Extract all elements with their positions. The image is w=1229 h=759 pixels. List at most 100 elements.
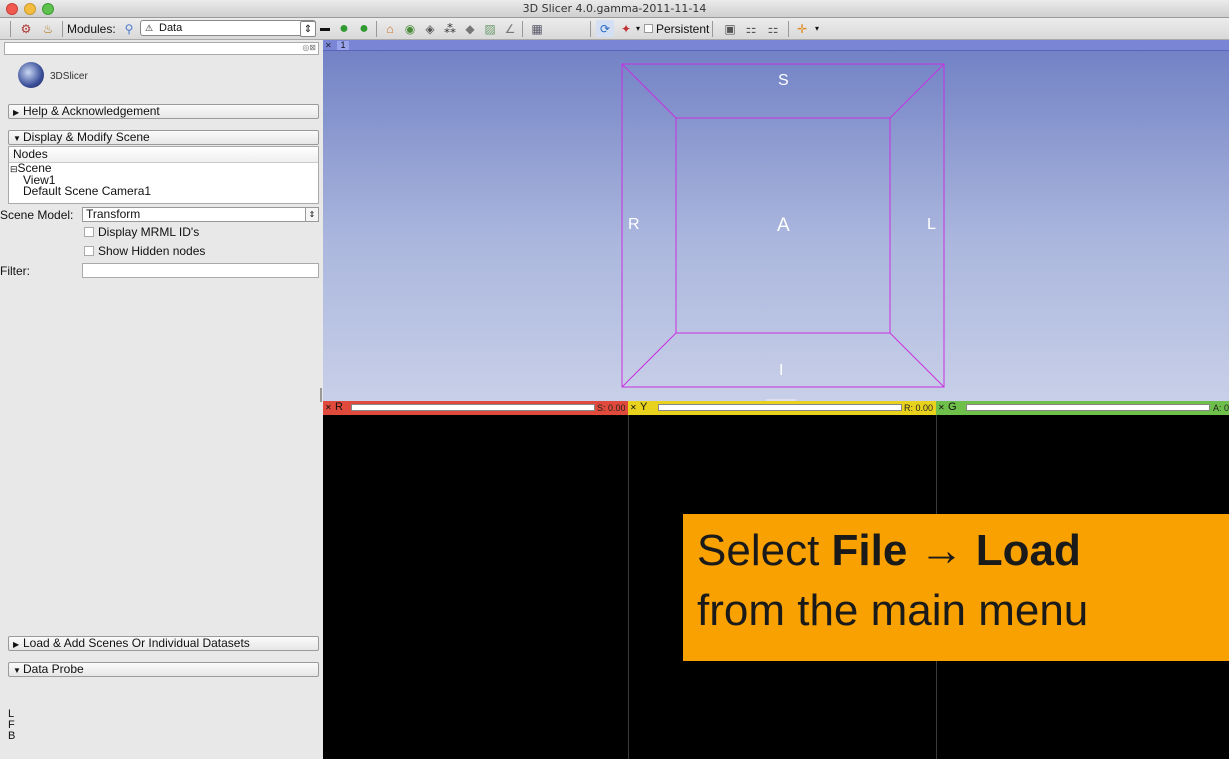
hidden-nodes-label: Show Hidden nodes bbox=[98, 244, 206, 258]
callout-arrow: → bbox=[907, 526, 976, 575]
panel-splitter-handle[interactable] bbox=[320, 388, 322, 402]
extension-manager-icon[interactable]: ⚙ bbox=[16, 20, 36, 37]
transforms-icon[interactable]: ◆ bbox=[462, 20, 478, 37]
callout-bold-load: Load bbox=[975, 526, 1081, 575]
expand-arrow-icon: ▶ bbox=[13, 108, 20, 117]
3d-view[interactable]: ✕ 1 S I R L A bbox=[323, 40, 1229, 401]
next-module-icon[interactable]: ● bbox=[356, 20, 372, 37]
slicer-logo-icon bbox=[18, 62, 44, 88]
axis-label-inferior: I bbox=[779, 362, 784, 379]
tree-header: Nodes bbox=[9, 147, 318, 163]
screenshot-icon[interactable]: ▣ bbox=[722, 20, 738, 37]
logo-text: 3DSlicer bbox=[50, 71, 88, 82]
crosshair-dropdown-icon[interactable]: ▾ bbox=[812, 20, 822, 37]
slice-name: G bbox=[948, 401, 957, 413]
module-selector-value: Data bbox=[159, 22, 183, 34]
tree-collapse-icon[interactable]: ⊟ bbox=[10, 164, 18, 174]
probe-line: B bbox=[8, 730, 16, 742]
help-section-label: Help & Acknowledgement bbox=[23, 104, 160, 118]
checkbox-box bbox=[84, 227, 94, 237]
main-toolbar: ⚙ ♨ Modules: ⚲ ⚠ Data ⇕ ▬ ● ● ⌂ ◉ ◈ ⁂ ◆ … bbox=[0, 18, 1229, 40]
expand-arrow-icon: ▶ bbox=[13, 640, 20, 649]
filter-label: Filter: bbox=[0, 264, 30, 278]
tree-item-camera[interactable]: Default Scene Camera1 bbox=[9, 185, 318, 197]
editor-icon[interactable]: ▨ bbox=[482, 20, 498, 37]
show-hidden-nodes-checkbox[interactable]: Show Hidden nodes bbox=[84, 244, 205, 258]
display-ids-label: Display MRML ID's bbox=[98, 225, 200, 239]
pin-icon[interactable]: ✕ bbox=[938, 401, 945, 414]
axis-label-left: L bbox=[927, 216, 936, 233]
view-options-icon[interactable]: ⚏ bbox=[742, 20, 760, 37]
window-titlebar: 3D Slicer 4.0.gamma-2011-11-14 bbox=[0, 0, 1229, 18]
collapse-arrow-icon: ▼ bbox=[13, 666, 21, 675]
module-search-icon[interactable]: ⚲ bbox=[122, 20, 136, 37]
crosshair-icon[interactable]: ✛ bbox=[794, 20, 810, 37]
load-section-button[interactable]: ▶ Load & Add Scenes Or Individual Dataset… bbox=[8, 636, 319, 651]
yellow-slice-slider[interactable] bbox=[658, 404, 902, 411]
red-slice-slider[interactable] bbox=[351, 404, 595, 411]
checkbox-box bbox=[84, 246, 94, 256]
axis-label-anterior: A bbox=[777, 215, 790, 236]
slice-divider bbox=[628, 415, 629, 759]
bounding-box-graphic bbox=[621, 63, 945, 401]
module-history-icon[interactable]: ▬ bbox=[318, 20, 332, 37]
data-probe-section-button[interactable]: ▼ Data Probe bbox=[8, 662, 319, 677]
axis-label-right: R bbox=[628, 216, 640, 233]
tree-item-scene[interactable]: ⊟Scene bbox=[9, 162, 318, 175]
callout-line-1: Select File → Load bbox=[697, 526, 1081, 576]
slice-name: R bbox=[335, 401, 343, 413]
yellow-slice-controller: ✕ Y R: 0.00 bbox=[628, 401, 936, 415]
red-slice-view[interactable] bbox=[323, 415, 628, 759]
mouse-mode-icon[interactable]: ✦ bbox=[620, 20, 632, 37]
axis-label-superior: S bbox=[778, 72, 789, 89]
modules-label: Modules: bbox=[67, 21, 116, 36]
python-console-icon[interactable]: ♨ bbox=[40, 20, 56, 37]
persistent-checkbox[interactable]: Persistent bbox=[644, 20, 710, 37]
panel-search-input[interactable]: ◎⊠ bbox=[4, 42, 319, 55]
green-slice-controller: ✕ G A: 0 bbox=[936, 401, 1229, 415]
models-icon[interactable]: ⁂ bbox=[442, 20, 458, 37]
module-panel: ◎⊠ 3DSlicer ▶ Help & Acknowledgement ▼ Dis… bbox=[0, 40, 323, 759]
slice-offset-value: R: 0.00 bbox=[904, 403, 934, 413]
data-module-icon: ⚠ bbox=[145, 23, 154, 33]
pin-icon[interactable]: ✕ bbox=[630, 401, 637, 414]
slice-offset-value: S: 0.00 bbox=[597, 403, 626, 413]
help-section-button[interactable]: ▶ Help & Acknowledgement bbox=[8, 104, 319, 119]
previous-module-icon[interactable]: ● bbox=[336, 20, 352, 37]
slice-offset-value: A: 0 bbox=[1213, 403, 1229, 413]
slice-name: Y bbox=[640, 401, 648, 413]
window-title: 3D Slicer 4.0.gamma-2011-11-14 bbox=[522, 2, 707, 15]
probe-info: L F B bbox=[8, 709, 15, 742]
callout-text: Select bbox=[697, 526, 832, 575]
red-slice-controller: ✕ R S: 0.00 bbox=[323, 401, 628, 415]
display-section-label: Display & Modify Scene bbox=[23, 130, 150, 144]
persistent-label: Persistent bbox=[656, 21, 710, 36]
layout-icon[interactable]: ▦ bbox=[528, 20, 546, 37]
collapse-arrow-icon: ▼ bbox=[13, 134, 21, 143]
display-section-button[interactable]: ▼ Display & Modify Scene bbox=[8, 130, 319, 145]
filter-input[interactable] bbox=[82, 263, 319, 278]
mouse-mode-dropdown-icon[interactable]: ▾ bbox=[634, 20, 642, 37]
data-probe-section-label: Data Probe bbox=[23, 662, 84, 676]
scene-tree[interactable]: Nodes ⊟Scene View1 Default Scene Camera1 bbox=[8, 146, 319, 204]
callout-bold-file: File bbox=[831, 526, 908, 575]
green-slice-slider[interactable] bbox=[966, 404, 1210, 411]
home-icon[interactable]: ⌂ bbox=[382, 20, 398, 37]
data-icon[interactable]: ◉ bbox=[402, 20, 418, 37]
scene-model-select[interactable]: Transform ⇕ bbox=[82, 207, 319, 222]
persistent-checkbox-box bbox=[644, 24, 653, 33]
tutorial-callout: Select File → Load from the main menu bbox=[683, 514, 1229, 661]
module-dropdown-arrow-icon[interactable]: ⇕ bbox=[300, 21, 316, 37]
view-options-2-icon[interactable]: ⚏ bbox=[764, 20, 782, 37]
pin-icon[interactable]: ✕ bbox=[325, 401, 332, 414]
crosshair-sync-icon[interactable]: ⟳ bbox=[596, 20, 614, 37]
scene-model-label: Scene Model: bbox=[0, 208, 74, 222]
volumes-icon[interactable]: ◈ bbox=[422, 20, 438, 37]
load-section-label: Load & Add Scenes Or Individual Datasets bbox=[23, 636, 250, 650]
display-mrml-ids-checkbox[interactable]: Display MRML ID's bbox=[84, 225, 199, 239]
combo-arrow-icon: ⇕ bbox=[305, 208, 318, 221]
measure-icon[interactable]: ∠ bbox=[502, 20, 518, 37]
callout-line-2: from the main menu bbox=[697, 586, 1089, 635]
panel-close-icon[interactable]: ◎⊠ bbox=[302, 43, 316, 52]
module-selector[interactable]: ⚠ Data bbox=[140, 20, 316, 36]
